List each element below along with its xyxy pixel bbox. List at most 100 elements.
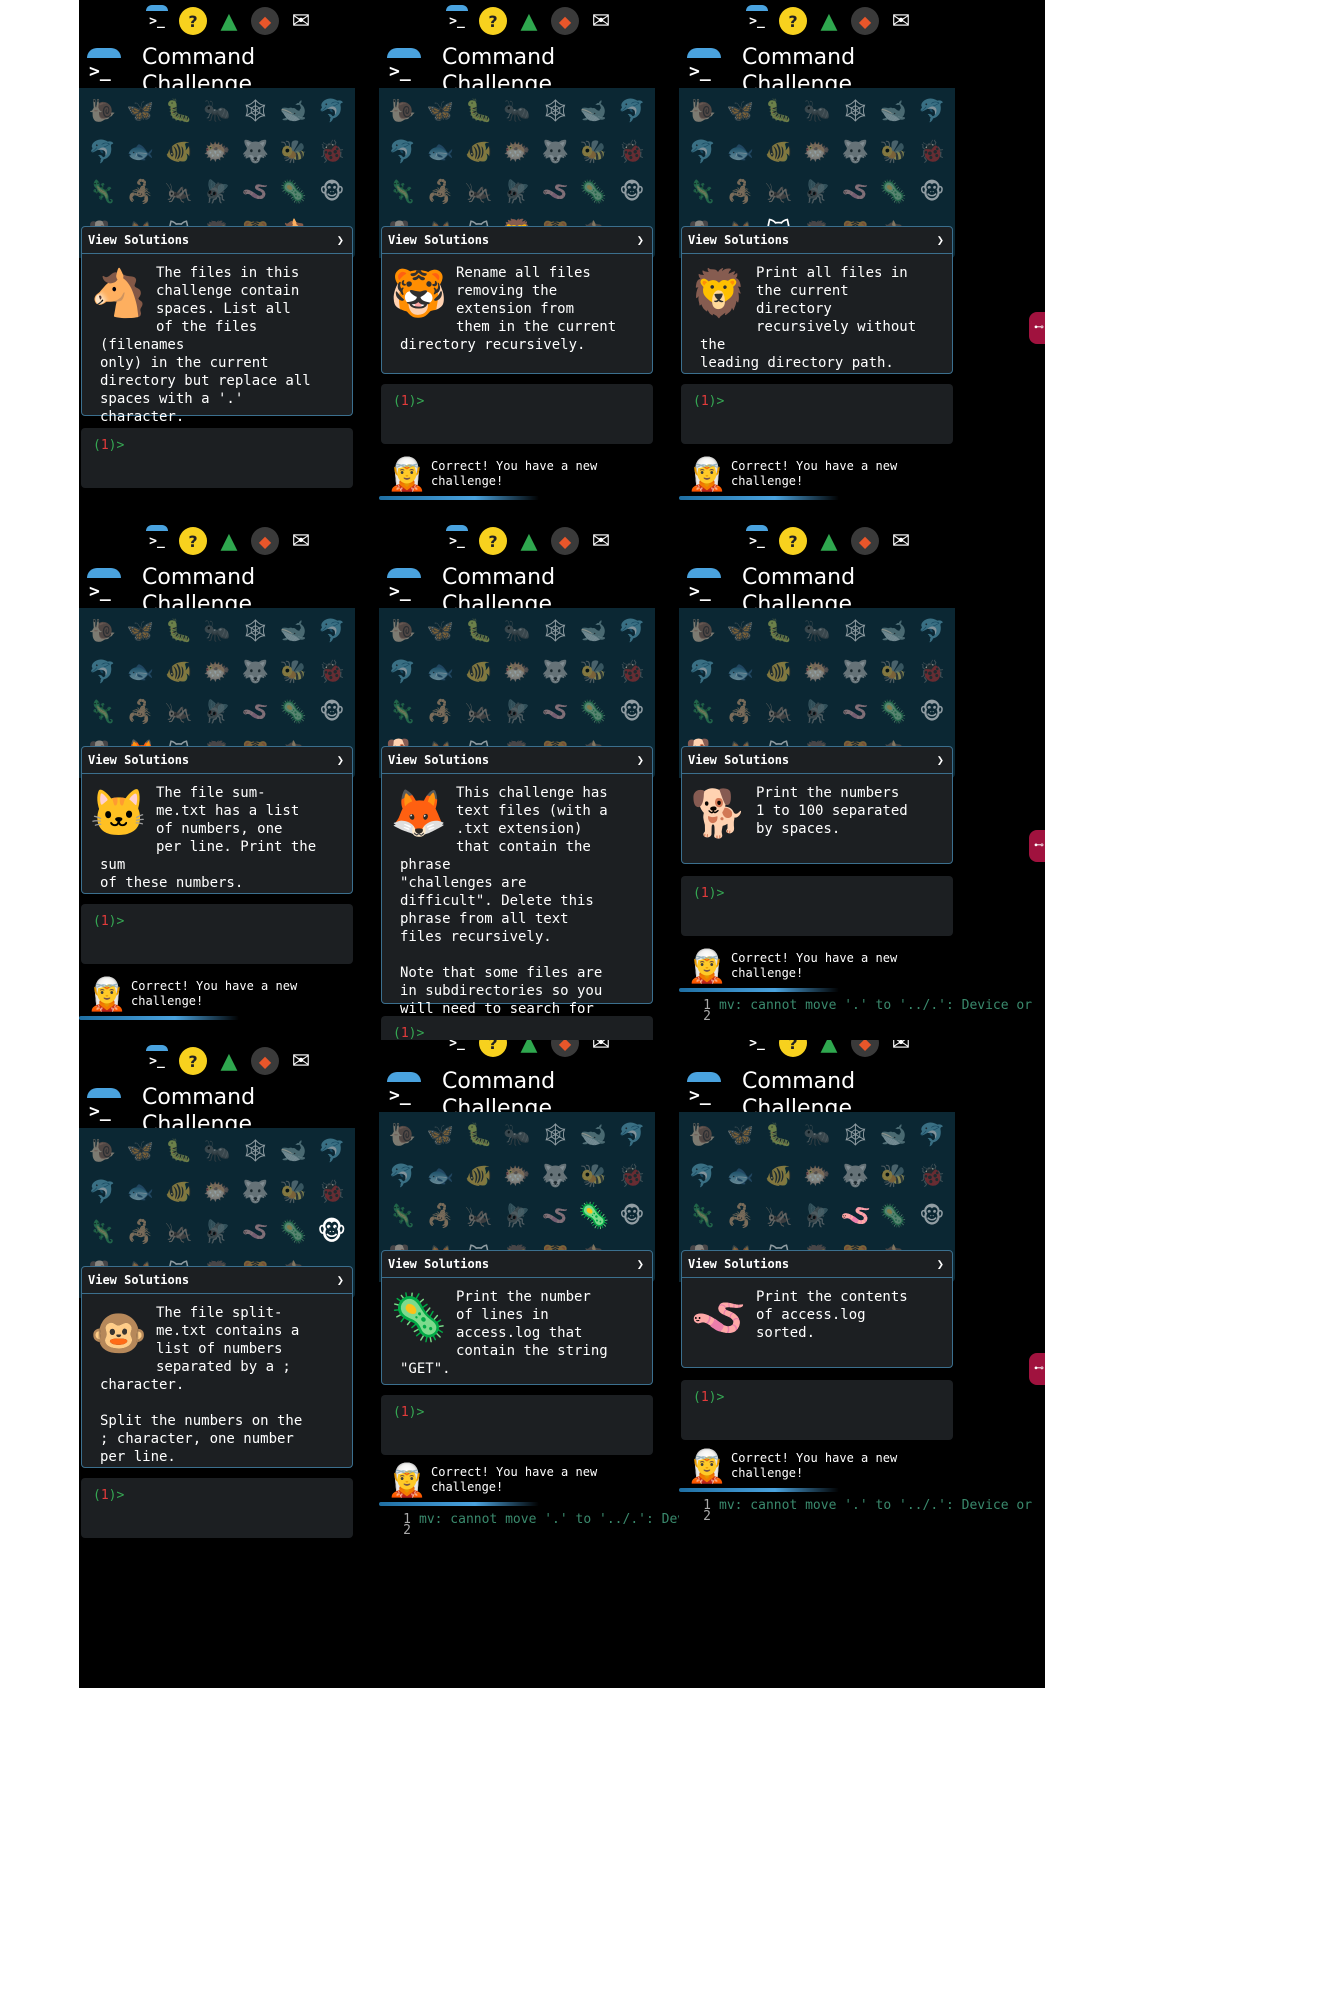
animal-icon[interactable]: 🐺 bbox=[242, 141, 269, 164]
animal-icon[interactable]: 🐬 bbox=[688, 141, 715, 164]
animal-icon[interactable]: 🦠 bbox=[880, 182, 907, 204]
animal-icon[interactable]: 🐝 bbox=[880, 661, 907, 684]
animal-icon[interactable]: 🐞 bbox=[318, 141, 345, 164]
animal-icon[interactable]: 🐛 bbox=[465, 101, 492, 123]
animal-icon[interactable]: 🦠 bbox=[580, 702, 607, 724]
terminal-input[interactable]: (1)> bbox=[81, 1478, 353, 1538]
thinking-face-icon[interactable]: ? bbox=[779, 7, 807, 35]
animal-icon[interactable]: 🐝 bbox=[280, 661, 307, 684]
app-logo-icon[interactable]: >_ bbox=[87, 1088, 123, 1124]
mail-icon[interactable]: ✉ bbox=[287, 1047, 315, 1075]
animal-icon[interactable]: 🦗 bbox=[465, 702, 492, 724]
animal-icon[interactable]: 🦎 bbox=[388, 182, 415, 204]
animal-icon[interactable]: 🐺 bbox=[542, 661, 569, 684]
animal-icon[interactable]: 🐡 bbox=[803, 141, 830, 164]
animal-icon[interactable]: 🐜 bbox=[803, 1125, 830, 1147]
app-logo-icon[interactable]: >_ bbox=[687, 568, 723, 604]
animal-icon[interactable]: 🐟 bbox=[427, 141, 454, 164]
terminal-input[interactable]: (1)> bbox=[81, 904, 353, 964]
animal-icon[interactable]: 🐺 bbox=[842, 141, 869, 164]
animal-icon[interactable]: 🐺 bbox=[242, 661, 269, 684]
animal-icon[interactable]: 🐜 bbox=[803, 621, 830, 643]
animal-icon[interactable]: 🐵 bbox=[919, 1206, 944, 1228]
app-logo-icon[interactable]: >_ bbox=[87, 48, 123, 84]
animal-icon[interactable]: 🐺 bbox=[842, 661, 869, 684]
side-toggle-button[interactable]: ⊷ bbox=[1029, 1353, 1045, 1385]
animal-icon[interactable]: 🐜 bbox=[203, 101, 230, 123]
animal-icon[interactable]: 🐋 bbox=[580, 621, 607, 643]
animal-icon[interactable]: 🐋 bbox=[880, 101, 907, 123]
mail-icon[interactable]: ✉ bbox=[587, 7, 615, 35]
animal-icon[interactable]: 🐡 bbox=[503, 1165, 530, 1188]
animal-icon[interactable]: 🐬 bbox=[388, 141, 415, 164]
gitlab-icon[interactable]: ◆ bbox=[851, 1040, 879, 1057]
mail-icon[interactable]: ✉ bbox=[887, 7, 915, 35]
animal-icon[interactable]: 🐞 bbox=[618, 661, 645, 684]
animal-icon[interactable]: 🕸 bbox=[241, 1141, 269, 1163]
mail-icon[interactable]: ✉ bbox=[887, 1040, 915, 1057]
animal-icon[interactable]: 🦎 bbox=[688, 702, 715, 724]
animal-icon[interactable]: 🐠 bbox=[765, 141, 792, 164]
animal-icon[interactable]: 🦂 bbox=[727, 182, 754, 204]
side-toggle-button[interactable]: ⊷ bbox=[1029, 830, 1045, 862]
terminal-icon[interactable]: >_ bbox=[143, 1045, 171, 1075]
animal-icon[interactable]: 🪰 bbox=[203, 182, 230, 204]
animal-icon[interactable]: 🐝 bbox=[880, 1165, 907, 1188]
animal-icon[interactable]: 🦎 bbox=[88, 182, 115, 204]
animal-icon[interactable]: 🐟 bbox=[427, 661, 454, 684]
animal-icon[interactable]: 🦗 bbox=[465, 182, 492, 204]
animal-icon[interactable]: 🦂 bbox=[727, 1206, 754, 1228]
animal-icon[interactable]: 🦗 bbox=[765, 182, 792, 204]
animal-icon[interactable]: 🐌 bbox=[388, 1125, 415, 1147]
animal-icon[interactable]: 🐋 bbox=[280, 101, 307, 123]
animal-icon[interactable]: 🕸 bbox=[541, 101, 569, 123]
view-solutions-bar[interactable]: View Solutions ❯ bbox=[382, 1251, 652, 1278]
animal-icon[interactable]: 🐡 bbox=[203, 141, 230, 164]
animal-icon[interactable]: 🐞 bbox=[918, 141, 945, 164]
animal-icon[interactable]: 🐺 bbox=[542, 141, 569, 164]
animal-icon[interactable]: 🐠 bbox=[765, 661, 792, 684]
animal-icon[interactable]: 🦠 bbox=[280, 1222, 307, 1244]
animal-icon[interactable]: 🕸 bbox=[541, 621, 569, 643]
animal-icon[interactable]: 🐬 bbox=[318, 1141, 345, 1163]
animal-icon[interactable]: 🦗 bbox=[165, 702, 192, 724]
animal-icon[interactable]: 🪰 bbox=[503, 182, 530, 204]
animal-icon[interactable]: 🐜 bbox=[203, 1141, 230, 1163]
animal-icon[interactable]: 🐬 bbox=[618, 101, 645, 123]
animal-icon[interactable]: 🕸 bbox=[241, 101, 269, 123]
animal-icon[interactable]: 🐟 bbox=[727, 141, 754, 164]
thinking-face-icon[interactable]: ? bbox=[479, 1040, 507, 1057]
animal-icon[interactable]: 🐺 bbox=[242, 1181, 269, 1204]
thinking-face-icon[interactable]: ? bbox=[479, 7, 507, 35]
animal-icon[interactable]: 🐌 bbox=[388, 621, 415, 643]
animal-icon[interactable]: 🐬 bbox=[618, 621, 645, 643]
view-solutions-bar[interactable]: View Solutions ❯ bbox=[82, 227, 352, 254]
terminal-input[interactable]: (1)> bbox=[381, 1395, 653, 1455]
animal-icon[interactable]: 🐞 bbox=[318, 1181, 345, 1204]
terminal-icon[interactable]: >_ bbox=[443, 525, 471, 555]
animal-icon[interactable]: 🐬 bbox=[688, 1165, 715, 1188]
animal-icon[interactable]: 🦋 bbox=[127, 101, 154, 123]
tree-icon[interactable]: ▲ bbox=[515, 527, 543, 555]
animal-icon[interactable]: 🐺 bbox=[542, 1165, 569, 1188]
tree-icon[interactable]: ▲ bbox=[815, 527, 843, 555]
thinking-face-icon[interactable]: ? bbox=[779, 527, 807, 555]
animal-icon[interactable]: 🪰 bbox=[503, 1206, 530, 1228]
animal-icon[interactable]: 🐡 bbox=[203, 1181, 230, 1204]
animal-icon[interactable]: 🐝 bbox=[580, 1165, 607, 1188]
animal-icon[interactable]: 🐋 bbox=[880, 1125, 907, 1147]
animal-icon[interactable]: 🐟 bbox=[127, 1181, 154, 1204]
animal-icon[interactable]: 🦋 bbox=[727, 621, 754, 643]
gitlab-icon[interactable]: ◆ bbox=[251, 1047, 279, 1075]
animal-icon[interactable]: 🐬 bbox=[918, 621, 945, 643]
view-solutions-bar[interactable]: View Solutions ❯ bbox=[82, 747, 352, 774]
animal-icon[interactable]: 🪰 bbox=[203, 702, 230, 724]
animal-icon[interactable]: 🦠 bbox=[880, 702, 907, 724]
mail-icon[interactable]: ✉ bbox=[287, 7, 315, 35]
animal-icon[interactable]: 🐛 bbox=[465, 1125, 492, 1147]
animal-icon[interactable]: 🐟 bbox=[727, 1165, 754, 1188]
mail-icon[interactable]: ✉ bbox=[887, 527, 915, 555]
animal-icon[interactable]: 🐵 bbox=[317, 1220, 346, 1246]
animal-icon[interactable]: 🐟 bbox=[127, 661, 154, 684]
animal-icon[interactable]: 🦎 bbox=[688, 1206, 715, 1228]
